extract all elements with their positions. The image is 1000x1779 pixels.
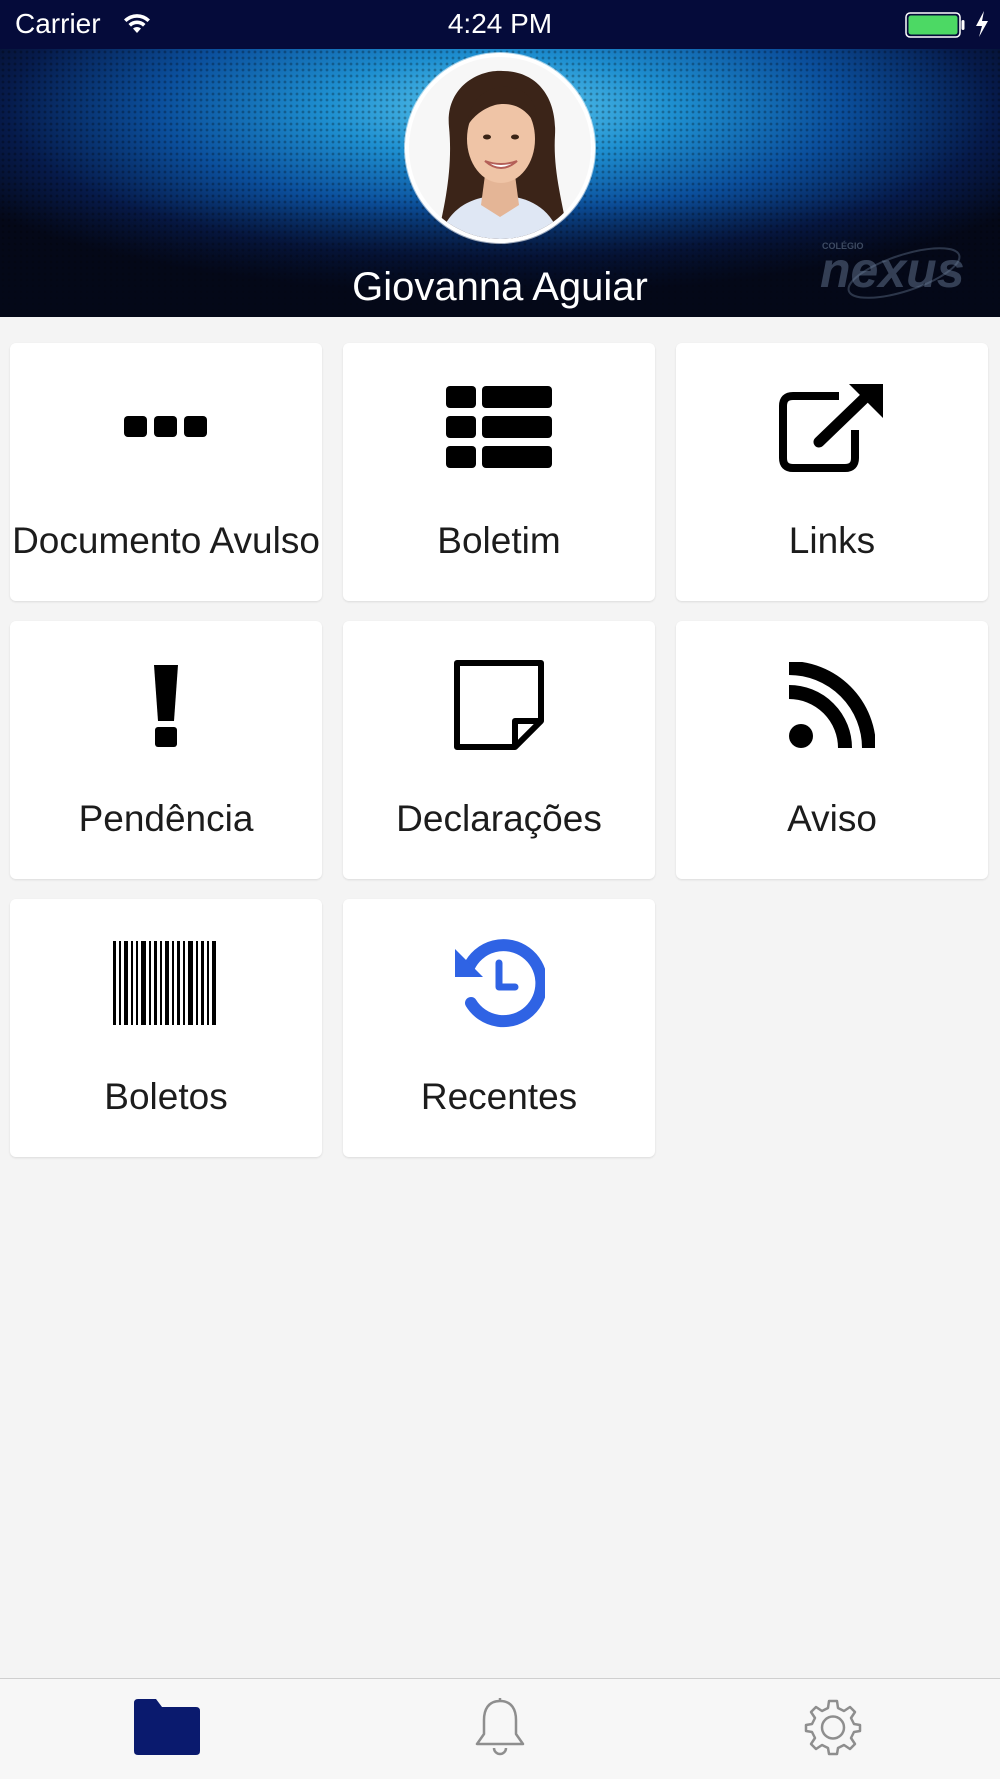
tile-boletim[interactable]: Boletim: [343, 343, 655, 601]
tab-bar: [0, 1678, 1000, 1779]
tile-links[interactable]: Links: [676, 343, 988, 601]
avatar[interactable]: [405, 53, 595, 243]
tile-label: Boletim: [437, 520, 561, 561]
tile-label: Aviso: [787, 798, 877, 839]
tab-documents[interactable]: [67, 1679, 267, 1779]
charging-icon: [974, 10, 990, 45]
bell-icon: [474, 1697, 526, 1761]
tile-aviso[interactable]: Aviso: [676, 621, 988, 879]
tile-pendencia[interactable]: Pendência: [10, 621, 322, 879]
external-link-icon: [676, 381, 988, 473]
history-icon: [343, 937, 655, 1029]
tile-label: Boletos: [104, 1076, 228, 1117]
tile-label: Links: [788, 520, 876, 561]
tile-label: Pendência: [78, 798, 254, 839]
tile-label: Recentes: [420, 1076, 578, 1117]
tab-notifications[interactable]: [400, 1679, 600, 1779]
profile-header: Giovanna Aguiar COLÉGIO nexus: [0, 49, 1000, 317]
list-icon: [343, 381, 655, 473]
tile-boletos[interactable]: Boletos: [10, 899, 322, 1157]
tile-label: Documento Avulso: [12, 520, 320, 561]
rss-icon: [676, 659, 988, 751]
barcode-icon: [10, 937, 322, 1029]
battery-icon: [905, 12, 965, 45]
gear-icon: [804, 1698, 862, 1761]
tile-label: Declarações: [396, 798, 602, 839]
ellipsis-icon: [10, 381, 322, 473]
exclamation-icon: [10, 659, 322, 751]
sticky-note-icon: [343, 659, 655, 751]
tab-settings[interactable]: [733, 1679, 933, 1779]
tile-declaracoes[interactable]: Declarações: [343, 621, 655, 879]
school-logo: COLÉGIO nexus: [816, 229, 986, 309]
tile-documento-avulso[interactable]: Documento Avulso: [10, 343, 322, 601]
tile-recentes[interactable]: Recentes: [343, 899, 655, 1157]
folder-icon: [134, 1698, 200, 1760]
status-bar: Carrier 4:24 PM: [0, 0, 1000, 49]
svg-text:nexus: nexus: [820, 242, 965, 298]
clock: 4:24 PM: [447, 8, 553, 39]
